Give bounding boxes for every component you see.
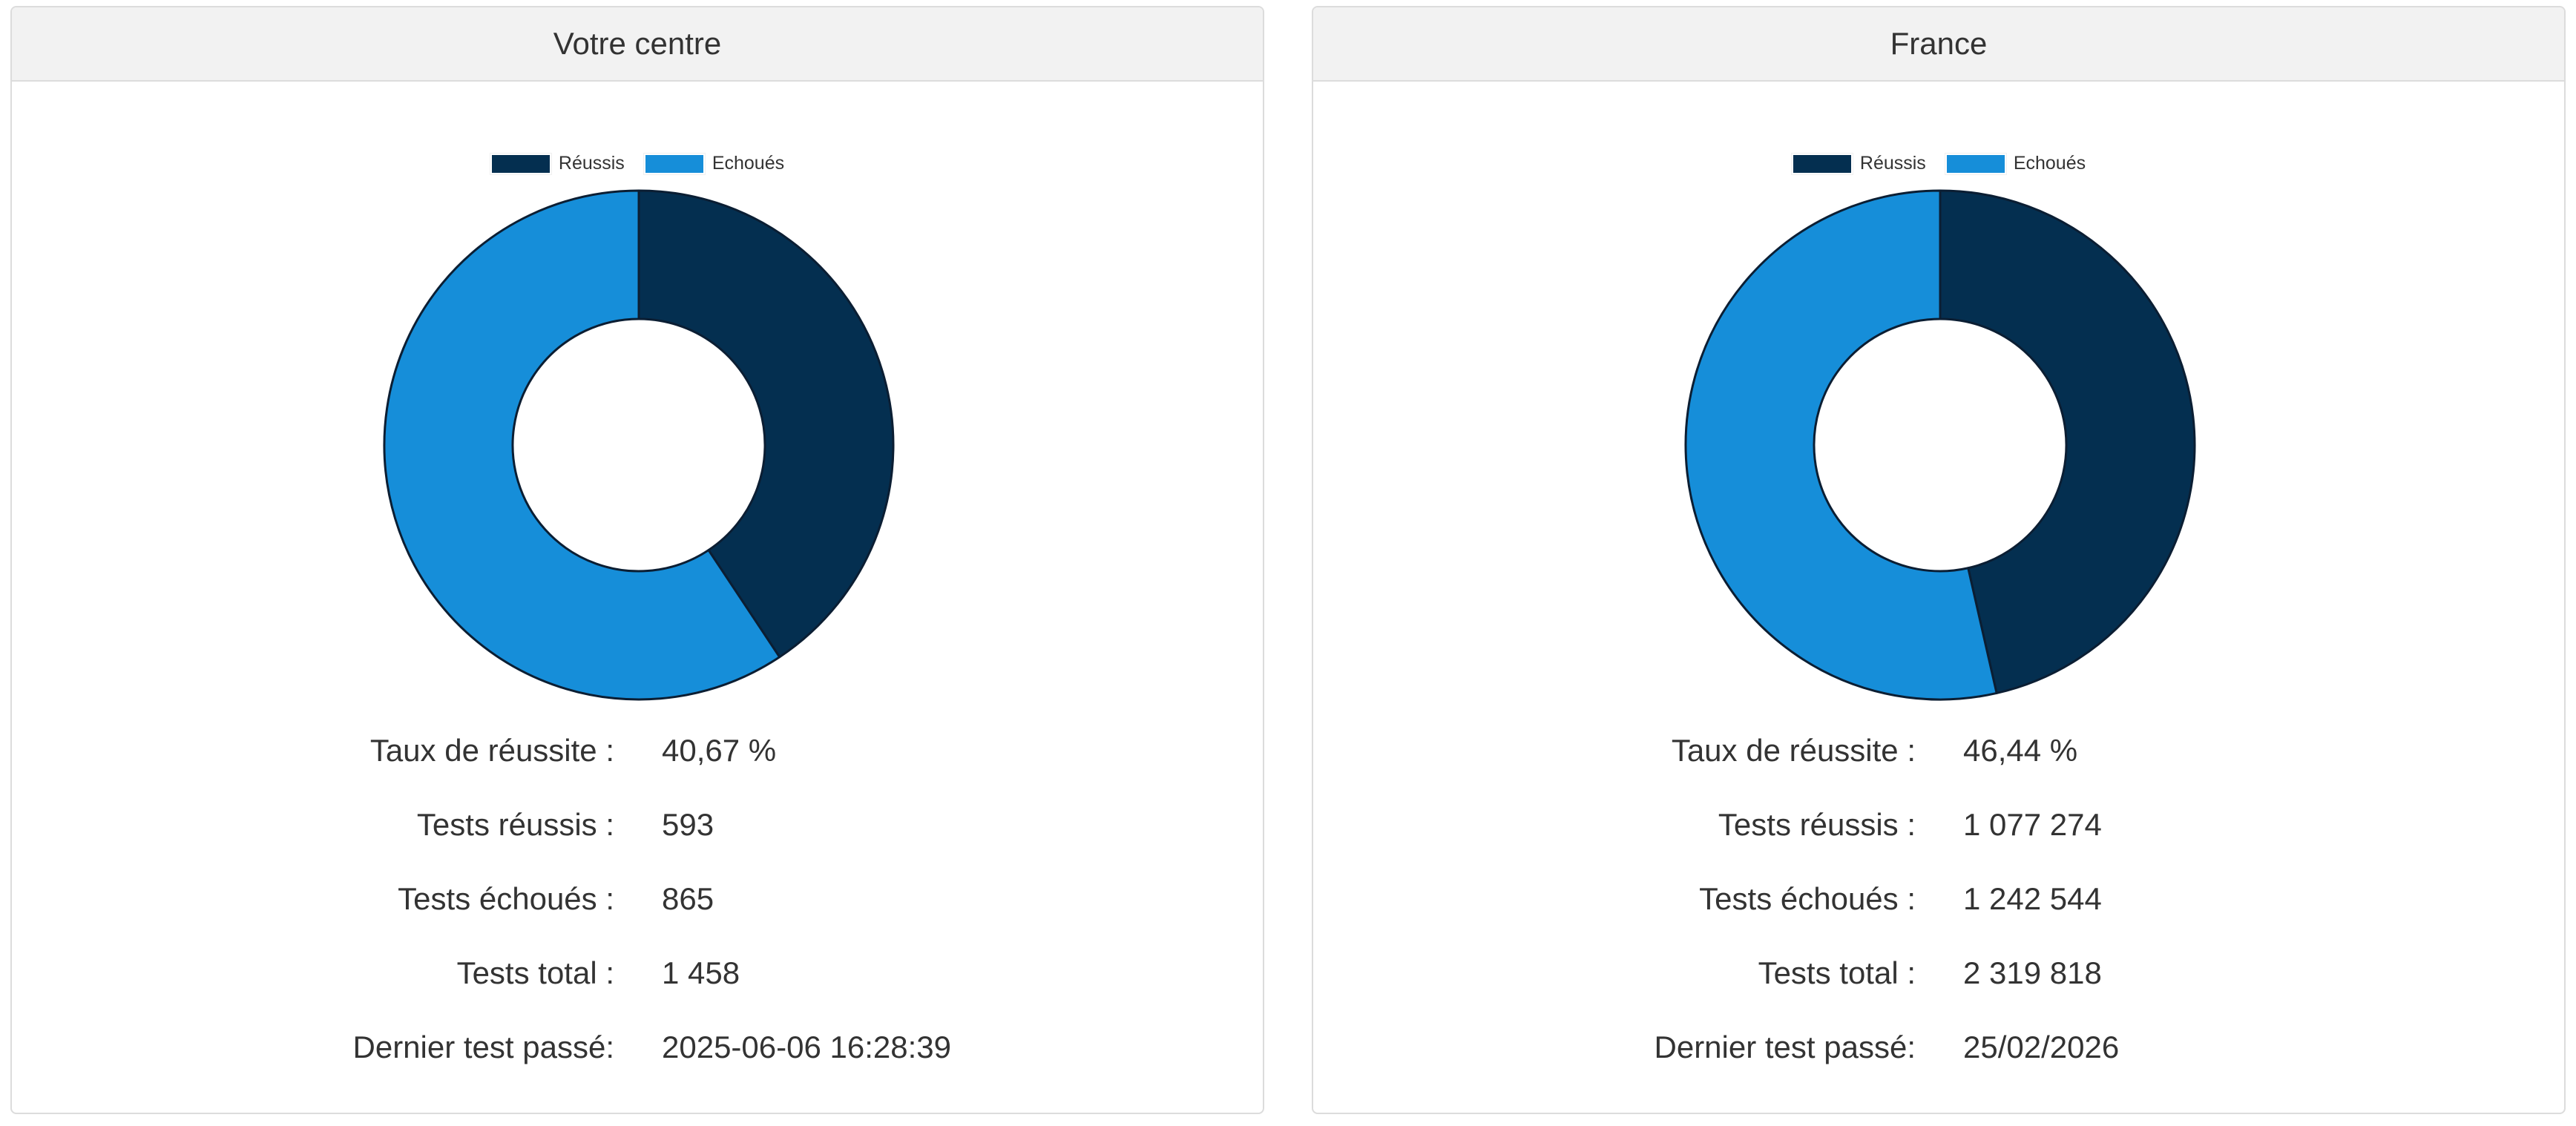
stat-value: 25/02/2026 [1963,1030,2120,1064]
stat-value: 40,67 % [662,733,777,768]
legend-swatch-echoues [1944,152,2007,175]
chart-legend: Réussis Echoués [1313,152,2564,175]
stat-row-taux: Taux de réussite : 46,44 % [1313,718,2564,792]
stat-value: 593 [662,807,714,842]
legend-item-echoues[interactable]: Echoués [643,152,785,175]
legend-label-reussis: Réussis [558,153,625,174]
stat-row-dernier-test: Dernier test passé: 25/02/2026 [1313,1015,2564,1089]
panel-title: France [1313,7,2564,82]
stat-value: 865 [662,881,714,916]
stat-row-total: Tests total : 1 458 [12,941,1263,1015]
stat-row-taux: Taux de réussite : 40,67 % [12,718,1263,792]
stat-label: Tests total : [1758,955,1916,990]
legend-item-echoues[interactable]: Echoués [1944,152,2086,175]
stat-label: Taux de réussite : [369,733,614,768]
stat-row-reussis: Tests réussis : 1 077 274 [1313,792,2564,866]
stat-value: 1 077 274 [1963,807,2102,842]
legend-item-reussis[interactable]: Réussis [1790,152,1926,175]
stat-row-dernier-test: Dernier test passé: 2025-06-06 16:28:39 [12,1015,1263,1089]
legend-swatch-echoues [643,152,706,175]
legend-swatch-reussis [489,152,552,175]
stat-label: Dernier test passé: [1654,1030,1916,1064]
stat-row-echoues: Tests échoués : 1 242 544 [1313,866,2564,941]
stat-label: Dernier test passé: [352,1030,615,1064]
stat-row-total: Tests total : 2 319 818 [1313,941,2564,1015]
stat-row-echoues: Tests échoués : 865 [12,866,1263,941]
stat-label: Tests échoués : [398,881,614,916]
stat-value: 1 242 544 [1963,881,2102,916]
stat-label: Taux de réussite : [1671,733,1916,768]
stats-list: Taux de réussite : 46,44 % Tests réussis… [1313,718,2564,1089]
stat-row-reussis: Tests réussis : 593 [12,792,1263,866]
stat-label: Tests réussis : [1718,807,1916,842]
panel-france: France Réussis Echoués Taux de réussite … [1312,6,2566,1114]
stat-value: 2025-06-06 16:28:39 [662,1030,951,1064]
chart-legend: Réussis Echoués [12,152,1263,175]
panel-title: Votre centre [12,7,1263,82]
stats-list: Taux de réussite : 40,67 % Tests réussis… [12,718,1263,1089]
donut-chart [383,189,895,701]
panel-votre-centre: Votre centre Réussis Echoués Taux de réu… [10,6,1264,1114]
stat-value: 46,44 % [1963,733,2078,768]
stat-label: Tests total : [456,955,614,990]
donut-chart [1684,189,2196,701]
stat-label: Tests échoués : [1699,881,1916,916]
legend-swatch-reussis [1790,152,1853,175]
legend-label-echoues: Echoués [2013,153,2086,174]
legend-item-reussis[interactable]: Réussis [489,152,625,175]
legend-label-echoues: Echoués [712,153,785,174]
stat-value: 2 319 818 [1963,955,2102,990]
stat-label: Tests réussis : [416,807,614,842]
legend-label-reussis: Réussis [1859,153,1926,174]
stat-value: 1 458 [662,955,740,990]
